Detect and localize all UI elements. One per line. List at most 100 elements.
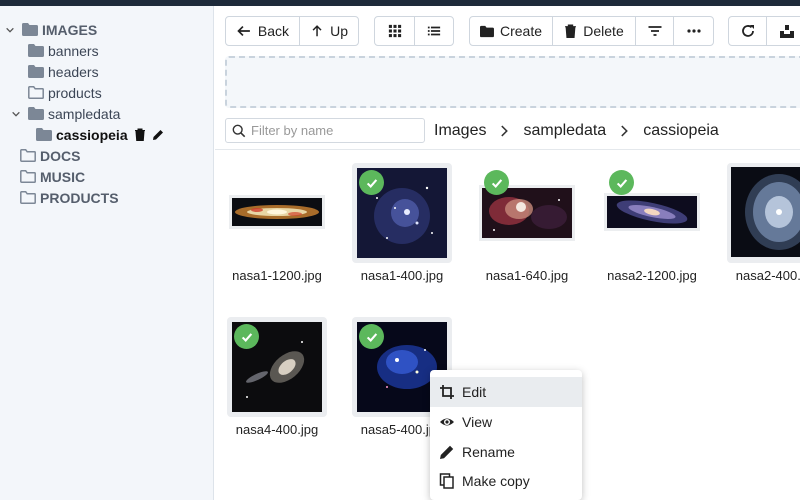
breadcrumb-item[interactable]: cassiopeia (643, 122, 719, 140)
folder-icon (22, 23, 38, 36)
tree-item-music[interactable]: MUSIC (20, 166, 85, 187)
tree-item-products[interactable]: products (28, 82, 102, 103)
folder-outline-icon (20, 149, 36, 162)
eye-icon (440, 418, 454, 426)
pencil-icon[interactable] (152, 128, 164, 141)
chevron-right-icon (621, 125, 629, 137)
action-button-group: Create Delete (469, 16, 714, 46)
refresh-button[interactable] (729, 17, 767, 45)
menu-item-edit[interactable]: Edit (430, 377, 582, 407)
sort-button[interactable] (636, 17, 674, 45)
upload-drop-zone[interactable] (225, 56, 800, 108)
utility-button-group (728, 16, 800, 46)
crop-icon (440, 385, 454, 399)
tree-item-label: banners (48, 42, 99, 59)
selected-check-icon[interactable] (359, 324, 384, 349)
tree-item-label: headers (48, 63, 99, 80)
folder-icon (480, 25, 494, 37)
menu-item-label: Edit (462, 384, 487, 400)
upload-icon (780, 25, 794, 38)
list-view-icon (427, 26, 441, 36)
file-name: nasa4-400.jpg (235, 422, 319, 437)
folder-outline-icon (20, 191, 36, 204)
tree-item-label: PRODUCTS (40, 189, 119, 206)
menu-item-label: View (462, 414, 493, 430)
tree-item-banners[interactable]: banners (28, 40, 99, 61)
breadcrumb-item[interactable]: Images (434, 122, 486, 140)
delete-button[interactable]: Delete (553, 17, 636, 45)
file-name: nasa1-1200.jpg (232, 268, 322, 283)
arrow-left-icon (237, 25, 250, 37)
thumbnail-image (229, 195, 325, 229)
grid-view-button[interactable] (375, 17, 415, 45)
file-thumbnail[interactable] (477, 163, 577, 263)
filter-sort-icon (648, 26, 661, 36)
filter-field (225, 118, 425, 143)
delete-label: Delete (583, 23, 624, 39)
selected-check-icon[interactable] (359, 170, 384, 195)
context-menu: Edit View Rename Make copy (430, 370, 582, 500)
selected-check-icon[interactable] (234, 324, 259, 349)
folder-icon (28, 44, 44, 57)
folder-icon (28, 107, 44, 120)
chevron-right-icon (501, 125, 509, 137)
tree-item-products-root[interactable]: PRODUCTS (20, 187, 119, 208)
back-button[interactable]: Back (226, 17, 300, 45)
folder-icon (28, 65, 44, 78)
file-name: nasa2-1200.jpg (607, 268, 697, 283)
tree-item-label: DOCS (40, 147, 81, 164)
file-name: nasa1-640.jpg (485, 268, 569, 283)
tree-item-label: MUSIC (40, 168, 86, 185)
back-label: Back (257, 23, 289, 39)
more-icon (686, 29, 701, 33)
tree-item-images[interactable]: IMAGES (4, 19, 97, 40)
menu-item-make-copy[interactable]: Make copy (430, 466, 582, 496)
up-button[interactable]: Up (300, 17, 358, 45)
file-thumbnail[interactable] (602, 163, 702, 263)
create-button[interactable]: Create (470, 17, 553, 45)
pencil-icon (440, 445, 454, 459)
tree-item-headers[interactable]: headers (28, 61, 99, 82)
upload-button[interactable] (767, 17, 800, 45)
selected-check-icon[interactable] (484, 170, 509, 195)
arrow-up-icon (312, 25, 322, 37)
thumbnail-image (731, 167, 800, 257)
folder-icon (36, 128, 52, 141)
chevron-down-icon[interactable] (10, 108, 22, 120)
tree-item-label: products (48, 84, 102, 101)
trash-icon (565, 24, 577, 38)
tree-item-label: IMAGES (42, 21, 98, 38)
up-label: Up (330, 23, 348, 39)
grid-view-icon (388, 24, 401, 38)
more-button[interactable] (674, 17, 713, 45)
menu-item-label: Make copy (462, 473, 530, 489)
chevron-down-icon[interactable] (4, 24, 16, 36)
selected-check-icon[interactable] (609, 170, 634, 195)
list-view-button[interactable] (415, 17, 453, 45)
search-icon (232, 124, 246, 137)
menu-item-label: Rename (462, 444, 515, 460)
tree-item-cassiopeia[interactable]: cassiopeia (36, 124, 164, 145)
file-thumbnail[interactable] (352, 163, 452, 263)
tree-item-sampledata[interactable]: sampledata (10, 103, 120, 124)
menu-item-rename[interactable]: Rename (430, 437, 582, 467)
file-name: nasa1-400.jpg (360, 268, 444, 283)
folder-tree-sidebar: IMAGES banners headers products sampleda… (0, 6, 214, 500)
filter-input[interactable] (251, 123, 416, 138)
copy-icon (439, 473, 454, 489)
tree-item-label: cassiopeia (56, 126, 128, 143)
trash-icon[interactable] (134, 128, 146, 141)
menu-item-view[interactable]: View (430, 407, 582, 437)
tree-item-docs[interactable]: DOCS (20, 145, 80, 166)
refresh-icon (741, 25, 754, 37)
file-name: nasa2-400.jpg (735, 268, 800, 283)
file-thumbnail[interactable] (227, 163, 327, 263)
folder-outline-icon (28, 86, 44, 99)
tree-item-label: sampledata (48, 105, 121, 122)
view-button-group (374, 16, 454, 46)
breadcrumb-item[interactable]: sampledata (523, 122, 606, 140)
breadcrumb: Images sampledata cassiopeia (434, 119, 719, 143)
content-divider (215, 149, 800, 150)
file-thumbnail[interactable] (727, 163, 800, 263)
file-thumbnail[interactable] (227, 317, 327, 417)
